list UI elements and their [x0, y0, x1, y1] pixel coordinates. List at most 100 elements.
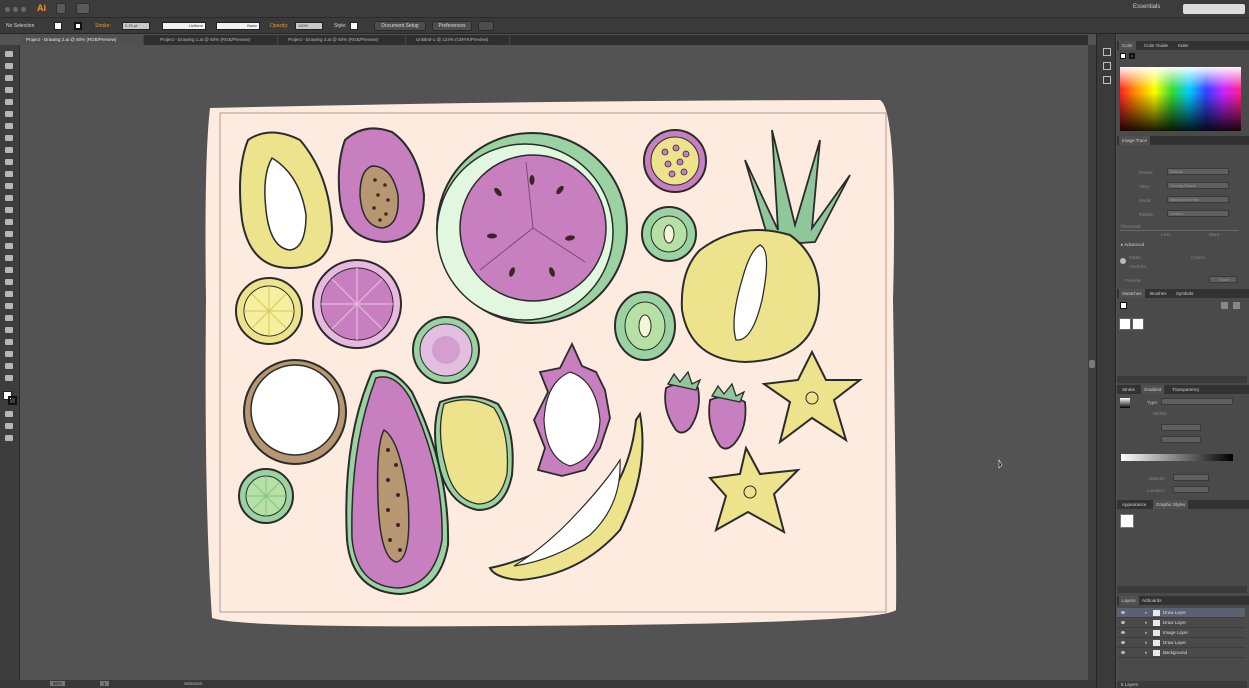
expand-arrow-icon[interactable]: ▸: [1145, 638, 1148, 648]
visibility-eye-icon[interactable]: [1121, 621, 1125, 624]
transform-panel-icon[interactable]: [1103, 76, 1111, 84]
tab-document-2[interactable]: Project - Drawing 1.ai @ 50% (RGB/Previe…: [154, 35, 278, 45]
tab-swatches[interactable]: Swatches: [1119, 289, 1145, 298]
graphic-style-swatch[interactable]: [350, 22, 358, 30]
canvas-vertical-scrollbar[interactable]: [1088, 45, 1096, 680]
visibility-eye-icon[interactable]: [1121, 631, 1125, 634]
opacity-label[interactable]: Opacity:: [270, 23, 288, 29]
pencil-tool-icon[interactable]: [5, 159, 13, 165]
variable-width-profile[interactable]: Uniform: [162, 22, 206, 30]
column-graph-tool-icon[interactable]: [5, 327, 13, 333]
layer-row[interactable]: ▸ Draw Layer: [1117, 618, 1245, 628]
trace-view-select[interactable]: Tracing Result: [1167, 182, 1229, 189]
gradient-angle-field[interactable]: [1161, 424, 1201, 431]
color-spectrum[interactable]: [1120, 67, 1241, 131]
gradient-type-select[interactable]: [1161, 398, 1233, 405]
tab-document-1[interactable]: Project - Drawing 2.ai @ 50% (RGB/Previe…: [20, 35, 144, 45]
tab-stroke[interactable]: Stroke: [1119, 385, 1138, 394]
arrange-documents-button[interactable]: [76, 3, 90, 14]
gradient-tool-icon[interactable]: [5, 279, 13, 285]
tab-document-4[interactable]: Untitled-1 @ 124% (CMYK/Preview): [410, 35, 510, 45]
tab-color-guide[interactable]: Color Guide: [1141, 41, 1171, 50]
mesh-tool-icon[interactable]: [5, 267, 13, 273]
screen-mode-icon[interactable]: [5, 435, 13, 441]
lasso-tool-icon[interactable]: [5, 87, 13, 93]
trace-button[interactable]: Trace: [1209, 276, 1237, 283]
tab-gradient[interactable]: Gradient: [1141, 385, 1165, 394]
align-panel-icon[interactable]: [1103, 62, 1111, 70]
layer-row[interactable]: ▸ Background: [1117, 648, 1245, 658]
trace-preset-icons[interactable]: [1141, 148, 1227, 156]
zoom-tool-icon[interactable]: [5, 375, 13, 381]
gradient-location-field[interactable]: [1173, 486, 1209, 493]
swatch-registration[interactable]: [1132, 318, 1144, 330]
stroke-swatch[interactable]: [74, 22, 82, 30]
tab-kuler[interactable]: Kuler: [1175, 41, 1192, 50]
artboard-number-field[interactable]: 1: [100, 681, 109, 686]
preferences-button[interactable]: Preferences: [432, 21, 472, 31]
tab-artboards[interactable]: Artboards: [1139, 596, 1165, 605]
line-tool-icon[interactable]: [5, 123, 13, 129]
tab-symbols[interactable]: Symbols: [1173, 289, 1196, 298]
opacity-field[interactable]: 100%: [295, 22, 323, 30]
brush-definition[interactable]: Basic: [216, 22, 260, 30]
swatch-list-view-icon[interactable]: [1221, 302, 1228, 309]
rotate-tool-icon[interactable]: [5, 195, 13, 201]
visibility-eye-icon[interactable]: [1121, 641, 1125, 644]
type-tool-icon[interactable]: [5, 111, 13, 117]
graphic-style-default[interactable]: [1120, 514, 1134, 528]
color-stroke-icon[interactable]: [1129, 53, 1135, 59]
workspace-switcher[interactable]: Essentials: [1133, 4, 1160, 10]
tab-color[interactable]: Color: [1119, 41, 1136, 50]
bridge-button[interactable]: [56, 3, 66, 14]
gradient-preview-swatch[interactable]: [1120, 398, 1130, 408]
tab-document-3[interactable]: Project - Drawing 3.ai @ 50% (RGB/Previe…: [282, 35, 406, 45]
trace-mode-select[interactable]: Black and White: [1167, 196, 1229, 203]
stroke-label[interactable]: Stroke:: [95, 23, 111, 29]
zoom-level-field[interactable]: 50%: [50, 681, 66, 686]
document-setup-button[interactable]: Document Setup: [374, 21, 426, 31]
pen-tool-icon[interactable]: [5, 99, 13, 105]
layer-row[interactable]: ▸ Image Layer: [1117, 628, 1245, 638]
expand-arrow-icon[interactable]: ▸: [1145, 608, 1148, 618]
scrollbar-thumb[interactable]: [1089, 360, 1095, 368]
blob-brush-tool-icon[interactable]: [5, 171, 13, 177]
perspective-grid-tool-icon[interactable]: [5, 255, 13, 261]
eyedropper-tool-icon[interactable]: [5, 291, 13, 297]
close-window-icon[interactable]: [5, 7, 10, 12]
magic-wand-tool-icon[interactable]: [5, 75, 13, 81]
tab-transparency[interactable]: Transparency: [1169, 385, 1202, 394]
hand-tool-icon[interactable]: [5, 363, 13, 369]
gradient-opacity-field[interactable]: [1173, 474, 1209, 481]
stroke-weight-field[interactable]: 0.25 pt: [122, 22, 150, 30]
layer-row[interactable]: ▸ Draw Layer: [1117, 608, 1245, 618]
gradient-aspect-field[interactable]: [1161, 436, 1201, 443]
rectangle-tool-icon[interactable]: [5, 135, 13, 141]
eraser-tool-icon[interactable]: [5, 183, 13, 189]
slice-tool-icon[interactable]: [5, 351, 13, 357]
visibility-eye-icon[interactable]: [1121, 651, 1125, 654]
expand-arrow-icon[interactable]: ▸: [1145, 648, 1148, 658]
search-input[interactable]: [1183, 4, 1245, 14]
swatch-fill-icon[interactable]: [1120, 302, 1127, 309]
tab-appearance[interactable]: Appearance: [1119, 500, 1149, 509]
free-transform-tool-icon[interactable]: [5, 231, 13, 237]
artboard-panel-icon[interactable]: [1103, 48, 1111, 56]
gradient-slider[interactable]: [1121, 454, 1233, 461]
preview-checkbox[interactable]: Preview: [1125, 278, 1141, 283]
control-bar-menu-button[interactable]: [478, 21, 494, 31]
tab-brushes[interactable]: Brushes: [1147, 289, 1170, 298]
shape-builder-tool-icon[interactable]: [5, 243, 13, 249]
trace-preset-select[interactable]: Default: [1167, 168, 1229, 175]
canvas-area[interactable]: [20, 45, 1088, 680]
width-tool-icon[interactable]: [5, 219, 13, 225]
selection-tool-icon[interactable]: [5, 51, 13, 57]
fill-swatch[interactable]: [54, 22, 62, 30]
visibility-eye-icon[interactable]: [1121, 611, 1125, 614]
advanced-toggle[interactable]: ▸ Advanced: [1121, 242, 1144, 248]
tab-graphic-styles[interactable]: Graphic Styles: [1153, 500, 1189, 509]
direct-selection-tool-icon[interactable]: [5, 63, 13, 69]
symbol-sprayer-tool-icon[interactable]: [5, 315, 13, 321]
swatch-none[interactable]: [1119, 318, 1131, 330]
zoom-window-icon[interactable]: [21, 7, 26, 12]
